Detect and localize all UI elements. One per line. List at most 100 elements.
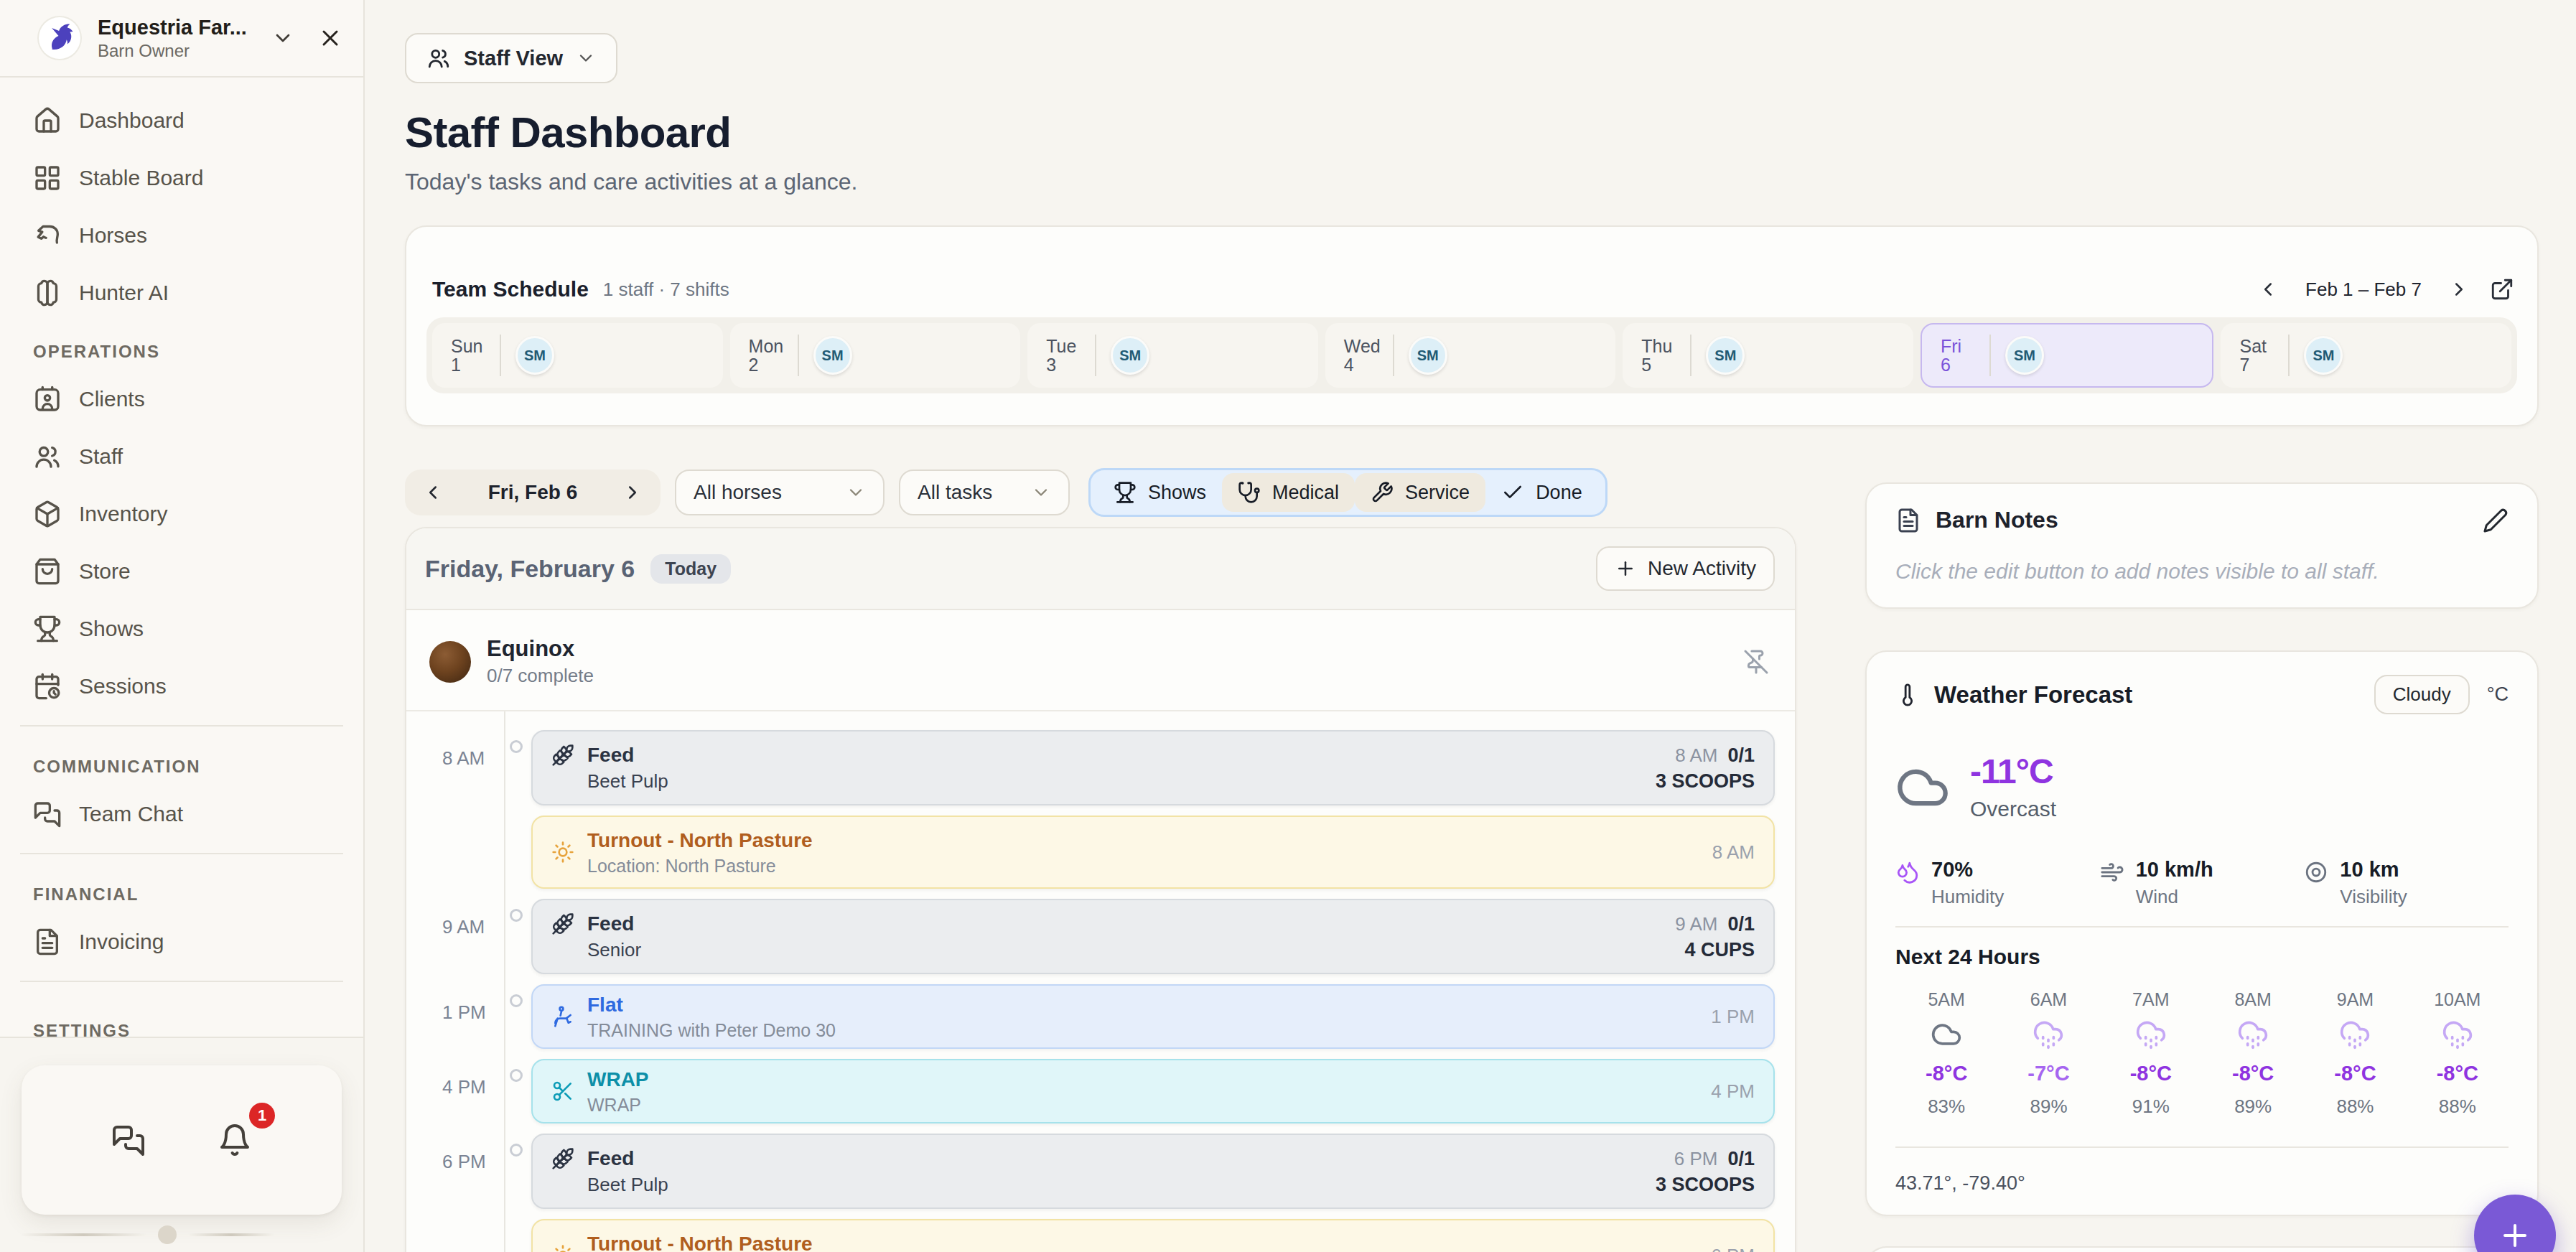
task-time: 6 PM	[1711, 1245, 1755, 1252]
task-card-turnout[interactable]: Turnout - North PastureLocation: North P…	[531, 816, 1775, 889]
sidebar-item-label: Hunter AI	[79, 281, 169, 305]
staff-avatar[interactable]: SM	[1706, 336, 1745, 375]
task-subtitle: Beet Pulp	[587, 1174, 668, 1196]
timeline-slot: 4 PM WRAPWRAP 4 PM	[406, 1059, 1775, 1123]
sidebar-item-shows[interactable]: Shows	[0, 600, 363, 658]
current-temp: -11°C	[1970, 752, 2056, 791]
task-time: 8 AM	[1712, 841, 1755, 864]
filter-chip-done[interactable]: Done	[1485, 473, 1598, 512]
staff-avatar[interactable]: SM	[515, 336, 554, 375]
task-filter-value: All tasks	[918, 481, 992, 504]
task-card-turnout[interactable]: Turnout - North PastureLocation: North P…	[531, 1219, 1775, 1252]
day-cell-wed[interactable]: Wed4SM	[1325, 323, 1616, 388]
horse-filter-select[interactable]: All horses	[675, 470, 885, 515]
sidebar-section-operations: OPERATIONS	[0, 322, 363, 370]
task-time: 9 AM	[1675, 913, 1717, 935]
filter-chip-medical[interactable]: Medical	[1222, 473, 1355, 512]
chevron-right-icon[interactable]	[2448, 279, 2470, 300]
chat-icon[interactable]	[111, 1123, 146, 1157]
chevron-right-icon[interactable]	[622, 482, 643, 503]
sidebar-item-team-chat[interactable]: Team Chat	[0, 785, 363, 843]
chevron-down-icon[interactable]	[271, 27, 294, 50]
task-card-feed[interactable]: Feed 6 PM0/1 Beet Pulp 3 SCOOPS	[531, 1134, 1775, 1209]
wheat-icon	[551, 1147, 574, 1170]
sidebar-item-label: Inventory	[79, 502, 167, 526]
sidebar-item-hunter-ai[interactable]: Hunter AI	[0, 264, 363, 322]
cloud-drizzle-icon	[2339, 1019, 2371, 1050]
sidebar-item-store[interactable]: Store	[0, 543, 363, 600]
task-card-wrap[interactable]: WRAPWRAP 4 PM	[531, 1059, 1775, 1123]
sidebar-item-inventory[interactable]: Inventory	[0, 485, 363, 543]
wheat-icon	[551, 744, 574, 767]
close-icon[interactable]	[317, 25, 343, 51]
task-title: Turnout - North Pasture	[587, 828, 1712, 853]
sidebar-item-label: Sessions	[79, 674, 167, 699]
hour-forecast: 8AM -8°C 89%	[2202, 989, 2304, 1118]
unit-label[interactable]: °C	[2487, 683, 2509, 706]
staff-avatar[interactable]: SM	[1409, 336, 1447, 375]
task-title: Feed	[587, 743, 634, 767]
date-label[interactable]: Fri, Feb 6	[488, 481, 577, 504]
divider	[20, 725, 343, 727]
staff-avatar[interactable]: SM	[2005, 336, 2044, 375]
task-subtitle: Senior	[587, 939, 641, 961]
pin-off-icon[interactable]	[1743, 649, 1769, 675]
file-text-icon	[33, 928, 62, 956]
hour-forecast: 9AM -8°C 88%	[2304, 989, 2406, 1118]
trophy-icon	[1114, 481, 1137, 504]
sidebar-item-stable-board[interactable]: Stable Board	[0, 149, 363, 207]
timeline-dot	[510, 1144, 523, 1157]
wrench-icon	[1371, 481, 1394, 504]
day-cell-thu[interactable]: Thu5SM	[1623, 323, 1913, 388]
hourly-forecast: 5AM -8°C 83% 6AM -7°C 89% 7AM	[1895, 989, 2509, 1118]
external-link-icon[interactable]	[2490, 277, 2514, 302]
sidebar-item-invoicing[interactable]: Invoicing	[0, 913, 363, 971]
task-card-training[interactable]: FlatTRAINING with Peter Demo 30 1 PM	[531, 984, 1775, 1049]
day-cell-fri-selected[interactable]: Fri6SM	[1921, 323, 2214, 388]
layout-grid-icon	[33, 164, 62, 192]
cloud-drizzle-icon	[2237, 1019, 2269, 1050]
filter-chip-service[interactable]: Service	[1355, 473, 1485, 512]
barn-notes-placeholder: Click the edit button to add notes visib…	[1895, 559, 2509, 584]
team-schedule-summary: 1 staff · 7 shifts	[603, 279, 729, 301]
task-card-feed[interactable]: Feed 9 AM0/1 Senior 4 CUPS	[531, 899, 1775, 974]
sidebar-item-sessions[interactable]: Sessions	[0, 658, 363, 715]
staff-avatar[interactable]: SM	[2304, 336, 2343, 375]
org-name: Equestria Far...	[98, 16, 254, 39]
stat-label: Visibility	[2340, 886, 2407, 907]
sidebar-item-dashboard[interactable]: Dashboard	[0, 92, 363, 149]
sidebar-section-financial: FINANCIAL	[0, 864, 363, 913]
notification-badge: 1	[249, 1103, 275, 1129]
sidebar-item-staff[interactable]: Staff	[0, 428, 363, 485]
hour-forecast: 5AM -8°C 83%	[1895, 989, 1997, 1118]
sidebar-item-horses[interactable]: Horses	[0, 207, 363, 264]
edit-pencil-icon[interactable]	[2483, 508, 2509, 533]
notifications-button[interactable]: 1	[218, 1123, 252, 1157]
day-cell-tue[interactable]: Tue3SM	[1027, 323, 1318, 388]
slot-time-label	[406, 816, 504, 889]
chevron-left-icon[interactable]	[422, 482, 444, 503]
day-cell-sat[interactable]: Sat7SM	[2221, 323, 2511, 388]
filter-chip-shows[interactable]: Shows	[1098, 473, 1222, 512]
sidebar-header: Equestria Far... Barn Owner	[0, 0, 363, 78]
day-card-header: Friday, February 6 Today New Activity	[406, 528, 1795, 610]
cloud-icon	[1931, 1019, 1962, 1050]
sidebar-item-label: Invoicing	[79, 930, 164, 954]
task-card-feed[interactable]: Feed 8 AM0/1 Beet Pulp 3 SCOOPS	[531, 730, 1775, 805]
task-filter-select[interactable]: All tasks	[899, 470, 1070, 515]
sidebar-item-clients[interactable]: Clients	[0, 370, 363, 428]
timeline-slot: 6 PM Feed 6 PM0/1 Beet Pulp 3 SCOOPS	[406, 1134, 1775, 1209]
staff-avatar[interactable]: SM	[1111, 336, 1149, 375]
resize-handle[interactable]	[0, 1226, 363, 1243]
new-activity-button[interactable]: New Activity	[1596, 546, 1775, 591]
sidebar-item-label: Team Chat	[79, 802, 183, 826]
day-cell-sun[interactable]: Sun1SM	[432, 323, 723, 388]
messages-square-icon	[33, 800, 62, 828]
view-switcher-button[interactable]: Staff View	[405, 33, 617, 83]
day-cell-mon[interactable]: Mon2SM	[730, 323, 1021, 388]
timeline-slot: Turnout - North PastureLocation: North P…	[406, 1219, 1775, 1252]
staff-avatar[interactable]: SM	[813, 336, 852, 375]
slot-time-label: 8 AM	[406, 730, 504, 805]
hour-forecast: 6AM -7°C 89%	[1997, 989, 2099, 1118]
chevron-left-icon[interactable]	[2257, 279, 2279, 300]
